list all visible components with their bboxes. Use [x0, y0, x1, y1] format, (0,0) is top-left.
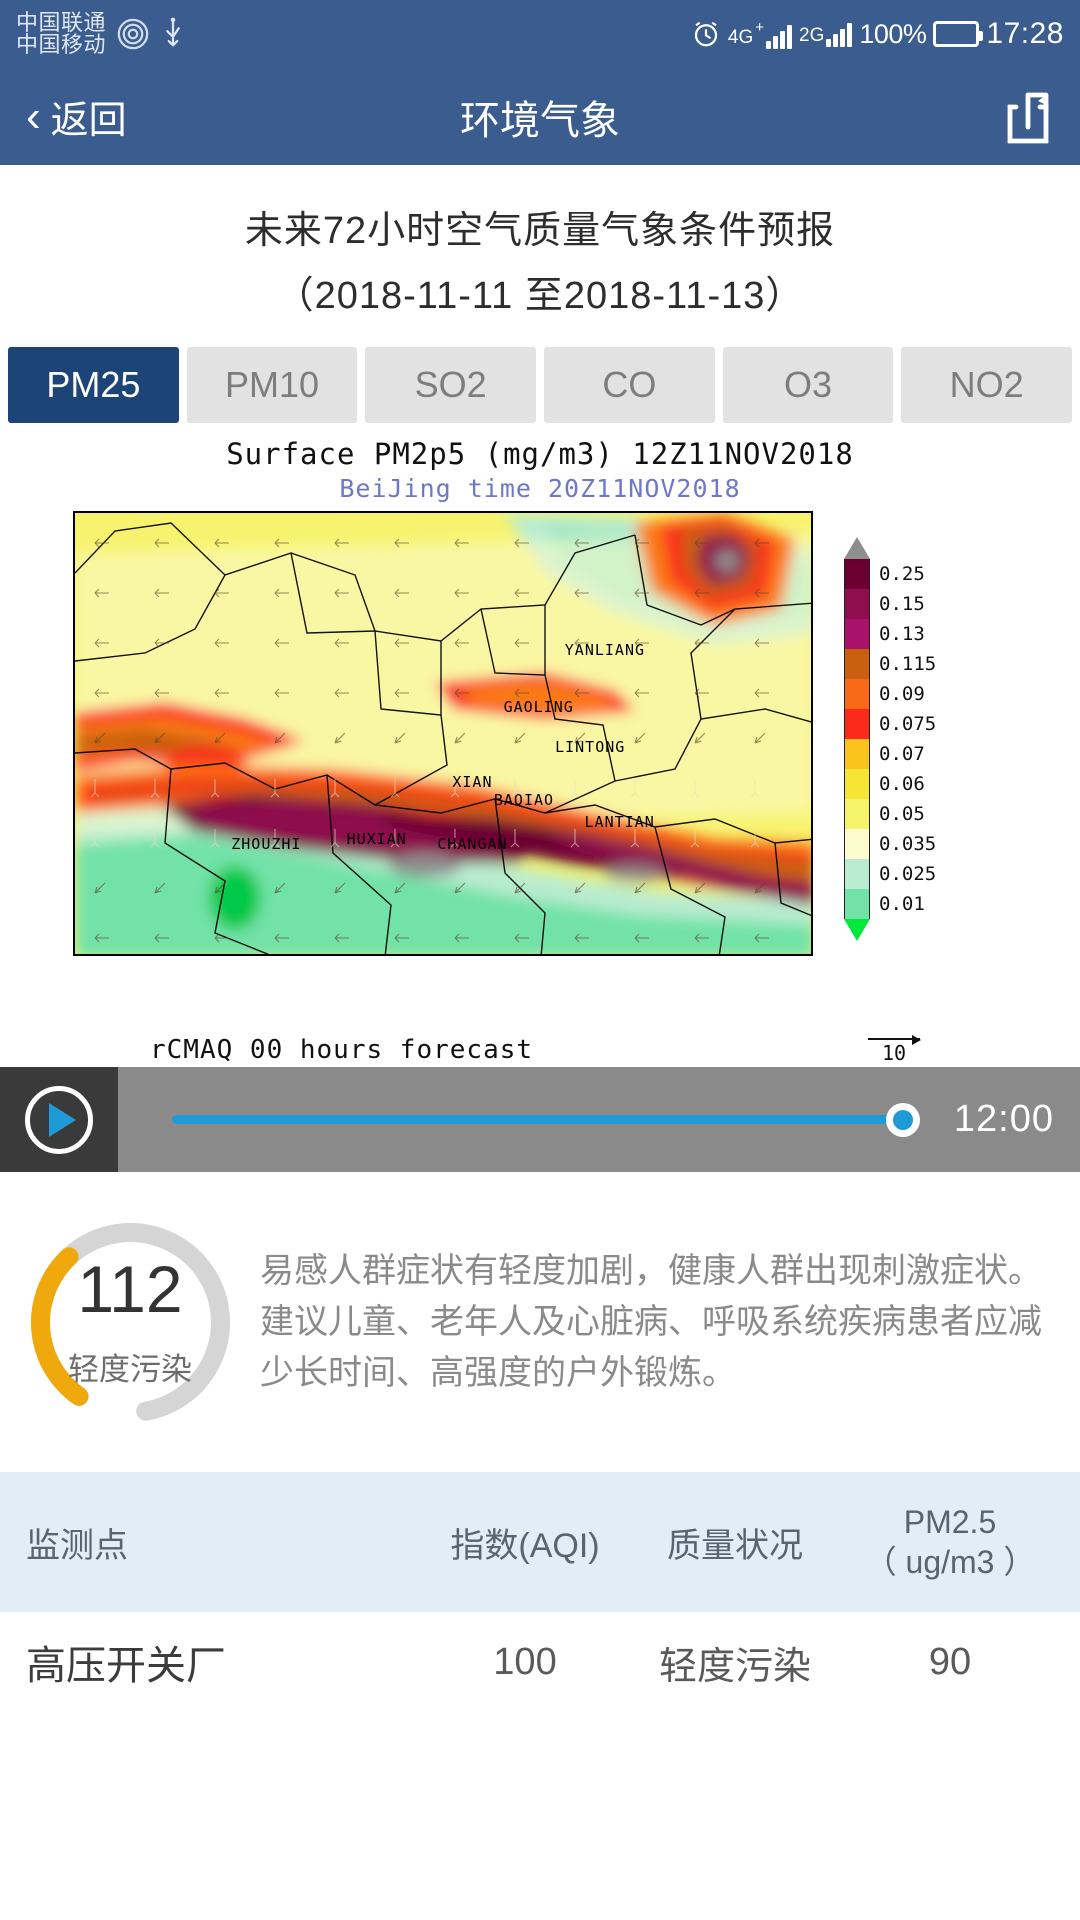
- city-label: YANLIANG: [564, 640, 646, 659]
- aqi-value: 112: [77, 1251, 183, 1326]
- city-label: HUXIAN: [346, 830, 407, 849]
- header-pm25-line1: PM2.5: [903, 1504, 997, 1540]
- header-pm25-line2: （ ug/m3 ）: [864, 1544, 1036, 1580]
- network-1-label: 4G: [727, 26, 754, 48]
- colorbar-top-cap: [844, 537, 870, 559]
- forecast-title-line2: （2018-11-11 至2018-11-13）: [275, 275, 805, 317]
- usb-icon: [160, 17, 186, 51]
- network-2-indicator: 2G: [799, 21, 853, 47]
- status-bar-left: 中国联通 中国移动: [16, 9, 186, 57]
- city-label: GAOLING: [503, 698, 574, 717]
- network-1-plus: +: [755, 18, 764, 36]
- aqi-gauge: 112 轻度污染: [23, 1215, 238, 1430]
- city-label: LANTIAN: [584, 812, 655, 831]
- colorbar-label: 0.035: [879, 833, 937, 855]
- chart-title-block: Surface PM2p5 (mg/m3) 12Z11NOV2018 BeiJi…: [0, 437, 1080, 503]
- forecast-title-line1: 未来72小时空气质量气象条件预报: [244, 210, 836, 252]
- seek-track[interactable]: [172, 1102, 920, 1137]
- spiral-icon: [116, 17, 150, 51]
- tab-so2[interactable]: SO2: [365, 347, 537, 423]
- pm25-concentration-field: [75, 513, 811, 954]
- carrier-1-label: 中国联通: [16, 9, 107, 35]
- city-label: LINTONG: [555, 737, 626, 756]
- map-plot-area: YANLIANG GAOLING LINTONG XIAN BAQIAO LAN…: [73, 511, 813, 956]
- chart-subtitle: BeiJing time 20Z11NOV2018: [339, 474, 741, 503]
- city-label: XIAN: [452, 773, 493, 791]
- network-2-label: 2G: [799, 25, 825, 46]
- station-table-header: 监测点 指数(AQI) 质量状况 PM2.5 （ ug/m3 ）: [0, 1472, 1080, 1612]
- pollutant-tabs: PM25 PM10 SO2 CO O3 NO2: [0, 325, 1080, 423]
- colorbar-bottom-cap: [844, 919, 870, 941]
- animation-player-bar: 12:00: [0, 1067, 1080, 1172]
- aqi-level-label: 轻度污染: [68, 1351, 192, 1387]
- back-label: 返回: [50, 100, 127, 142]
- wind-vector-value: 10: [881, 1041, 907, 1065]
- tab-pm10[interactable]: PM10: [186, 347, 358, 423]
- tab-co[interactable]: CO: [544, 347, 715, 423]
- tab-pm25[interactable]: PM25: [8, 347, 179, 423]
- status-bar-right: 4G + 2G 100% ⚡ 17:28: [691, 17, 1064, 51]
- back-button[interactable]: ‹ 返回: [26, 89, 127, 144]
- colorbar-legend: 0.25 0.15 0.13 0.115 0.09 0.075 0.07 0.0…: [844, 537, 936, 941]
- colorbar-label: 0.05: [879, 803, 925, 825]
- aqi-gauge-text: 112 轻度污染: [23, 1215, 238, 1430]
- status-bar-clock: 17:28: [986, 17, 1064, 50]
- alarm-icon: [691, 19, 721, 49]
- aqi-gauge-container: 112 轻度污染: [0, 1215, 260, 1430]
- header-pm25: PM2.5 （ ug/m3 ）: [840, 1502, 1060, 1582]
- page-title: 环境气象: [460, 98, 620, 143]
- city-label: BAQIAO: [493, 790, 555, 809]
- chart-title: Surface PM2p5 (mg/m3) 12Z11NOV2018: [226, 437, 854, 471]
- battery-percent: 100%: [859, 18, 927, 49]
- forecast-title-block: 未来72小时空气质量气象条件预报 （2018-11-11 至2018-11-13…: [0, 165, 1080, 325]
- colorbar-label: 0.115: [879, 653, 937, 675]
- tab-o3[interactable]: O3: [722, 347, 894, 423]
- carrier-labels: 中国联通 中国移动: [16, 9, 107, 57]
- signal-bars-2-icon: [826, 21, 853, 47]
- arrow-right-icon: [868, 1035, 921, 1045]
- battery-charging-icon: ⚡: [933, 21, 984, 47]
- aqi-summary-section: 112 轻度污染 易感人群症状有轻度加剧，健康人群出现刺激症状。建议儿童、老年人…: [0, 1172, 1080, 1472]
- tab-no2[interactable]: NO2: [901, 347, 1073, 423]
- header-quality: 质量状况: [667, 1526, 803, 1565]
- colorbar-label: 0.25: [879, 563, 925, 585]
- seek-handle[interactable]: [885, 1102, 920, 1137]
- signal-bars-1-icon: [766, 23, 792, 49]
- cell-quality: 轻度污染: [658, 1645, 811, 1688]
- colorbar-label: 0.15: [879, 593, 925, 615]
- chevron-left-icon: ‹: [26, 91, 41, 141]
- share-icon: [1007, 92, 1049, 143]
- colorbar-label: 0.025: [879, 863, 937, 885]
- cell-station: 高压开关厂: [26, 1644, 226, 1688]
- city-label: CHANGAN: [437, 834, 508, 853]
- colorbar-label: 0.07: [879, 743, 925, 765]
- header-station: 监测点: [26, 1526, 128, 1565]
- forecast-map-chart: Surface PM2p5 (mg/m3) 12Z11NOV2018 BeiJi…: [0, 437, 1080, 1067]
- play-icon: [25, 1085, 93, 1154]
- chart-footer: rCMAQ 00 hours forecast: [150, 1035, 534, 1065]
- seek-bar[interactable]: 12:00: [118, 1098, 1080, 1141]
- health-advice-text: 易感人群症状有轻度加剧，健康人群出现刺激症状。建议儿童、老年人及心脏病、呼吸系统…: [260, 1251, 1042, 1392]
- wind-vector-scale: 10: [868, 1035, 921, 1065]
- play-button[interactable]: [0, 1067, 118, 1172]
- cell-pm25: 90: [928, 1640, 972, 1683]
- colorbar-label: 0.09: [879, 683, 925, 705]
- cell-aqi: 100: [493, 1640, 557, 1683]
- colorbar-label: 0.13: [879, 623, 925, 645]
- share-button[interactable]: [1002, 89, 1054, 145]
- station-table-body: 高压开关厂 100 轻度污染 90: [0, 1612, 1080, 1712]
- carrier-2-label: 中国移动: [16, 32, 107, 57]
- table-row[interactable]: 高压开关厂 100 轻度污染 90: [0, 1612, 1080, 1712]
- colorbar-label: 0.01: [879, 893, 925, 915]
- status-bar: 中国联通 中国移动 4G + 2G 100% ⚡ 17:28: [0, 0, 1080, 68]
- city-label: ZHOUZHI: [231, 834, 302, 853]
- colorbar-label: 0.06: [879, 773, 925, 795]
- network-1-indicator: 4G +: [728, 20, 792, 49]
- navigation-bar: ‹ 返回 环境气象: [0, 68, 1080, 165]
- colorbar-label: 0.075: [879, 713, 937, 735]
- header-aqi: 指数(AQI): [450, 1526, 600, 1565]
- player-time-label: 12:00: [953, 1098, 1054, 1140]
